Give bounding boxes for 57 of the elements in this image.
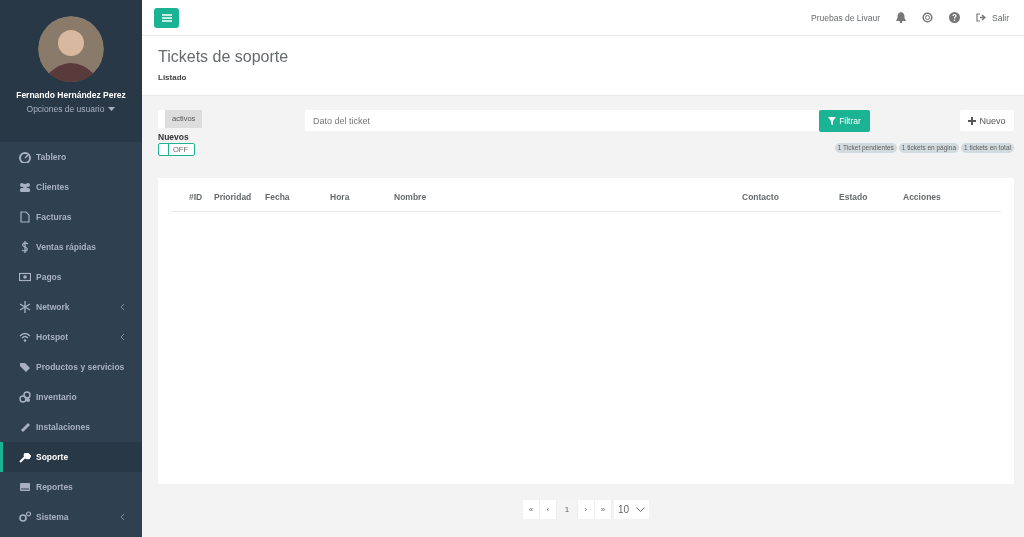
logout-link[interactable]: Salir bbox=[976, 12, 1009, 23]
sidebar-item[interactable]: Reportes bbox=[0, 472, 142, 502]
search-field[interactable]: Dato del ticket bbox=[305, 110, 819, 131]
new-button[interactable]: Nuevo bbox=[960, 110, 1014, 131]
plus-icon bbox=[968, 116, 977, 125]
sidebar-item[interactable]: Pagos bbox=[0, 262, 142, 292]
sidebar-item[interactable]: Soporte bbox=[0, 442, 142, 472]
column-header: Estado bbox=[839, 192, 869, 204]
column-header: Prioridad bbox=[214, 192, 253, 204]
column-header: Hora bbox=[330, 192, 351, 204]
dashboard-icon bbox=[19, 151, 31, 163]
funnel-icon bbox=[828, 117, 837, 125]
page-size-select[interactable]: 10 bbox=[613, 500, 650, 519]
menu-icon bbox=[161, 13, 172, 22]
banknote-icon bbox=[19, 271, 31, 283]
chevron-icon bbox=[120, 333, 125, 341]
gears-icon bbox=[19, 511, 31, 523]
caret-icon bbox=[108, 107, 116, 111]
sidebar-item[interactable]: Ventas rápidas bbox=[0, 232, 142, 262]
page-title: Tickets de soporte bbox=[158, 48, 290, 66]
avatar-icon bbox=[38, 16, 104, 82]
column-header: Contacto bbox=[742, 192, 780, 204]
column-header: Fecha bbox=[265, 192, 291, 204]
sidebar-item[interactable]: Tablero bbox=[0, 142, 142, 172]
filter-button[interactable]: Filtrar bbox=[819, 110, 870, 132]
sidebar-item[interactable]: Network bbox=[0, 292, 142, 322]
sidebar-item[interactable]: Inventario bbox=[0, 382, 142, 412]
column-header: #ID bbox=[189, 192, 204, 204]
document-icon bbox=[19, 211, 31, 223]
sidebar-item[interactable]: Hotspot bbox=[0, 322, 142, 352]
sidebar-item[interactable]: Productos y servicios bbox=[0, 352, 142, 382]
page-subtitle: Listado bbox=[158, 73, 188, 82]
switch-label: Nuevos bbox=[158, 132, 190, 142]
sidebar-item[interactable]: Facturas bbox=[0, 202, 142, 232]
sidebar-item[interactable]: Sistema bbox=[0, 502, 142, 532]
help-icon bbox=[949, 12, 960, 23]
wrench-icon bbox=[19, 451, 31, 463]
book-icon bbox=[19, 481, 31, 493]
column-header: Acciones bbox=[903, 192, 941, 204]
chevron-icon bbox=[120, 303, 125, 311]
sign-out-icon bbox=[976, 13, 986, 22]
column-header: Nombre bbox=[394, 192, 428, 204]
page-button[interactable]: « bbox=[522, 500, 540, 519]
sidebar-item[interactable]: Instalaciones bbox=[0, 412, 142, 442]
tag-icon bbox=[19, 361, 31, 373]
chevron-icon bbox=[120, 513, 125, 521]
company-name: Pruebas de Livaur bbox=[811, 12, 880, 23]
snowflake-icon bbox=[19, 301, 31, 313]
sidebar-item[interactable]: Clientes bbox=[0, 172, 142, 202]
user-options-link[interactable]: Opciones de usuario bbox=[26, 104, 116, 114]
bell-icon bbox=[896, 12, 906, 23]
dollar-icon bbox=[19, 241, 31, 253]
menu-button[interactable] bbox=[154, 7, 179, 28]
wifi-icon bbox=[19, 331, 31, 343]
user-name: Fernando Hernández Perez bbox=[15, 89, 127, 102]
chevron-down-icon bbox=[636, 507, 646, 512]
lifebuoy-icon bbox=[922, 12, 933, 23]
